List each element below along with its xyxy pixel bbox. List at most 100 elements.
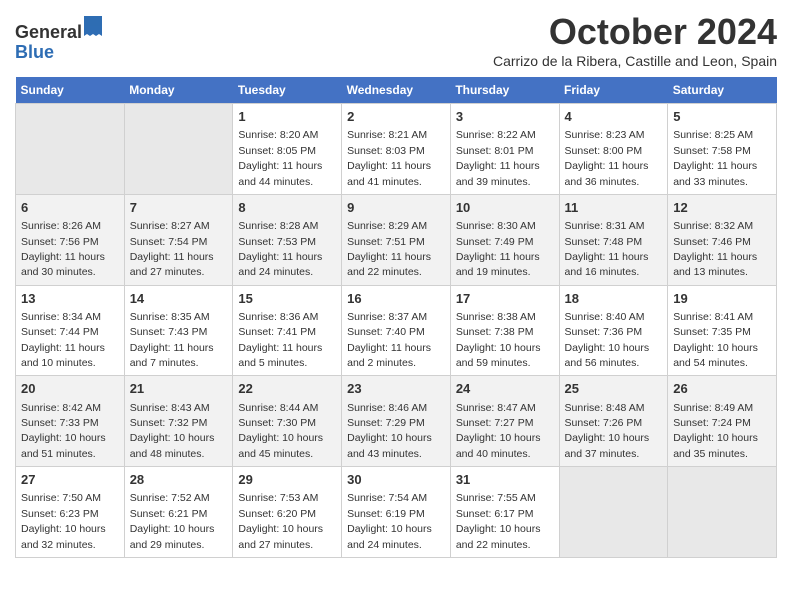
calendar-header: SundayMondayTuesdayWednesdayThursdayFrid… — [16, 77, 777, 104]
cell-info: Sunrise: 8:28 AM Sunset: 7:53 PM Dayligh… — [238, 220, 322, 278]
day-number: 26 — [673, 380, 771, 398]
calendar-cell: 21Sunrise: 8:43 AM Sunset: 7:32 PM Dayli… — [124, 376, 233, 467]
day-number: 11 — [565, 199, 663, 217]
calendar-cell: 8 Sunrise: 8:28 AM Sunset: 7:53 PM Daylig… — [233, 194, 342, 285]
day-number: 27 — [21, 471, 119, 489]
calendar-cell: 5Sunrise: 8:25 AM Sunset: 7:58 PM Daylig… — [668, 104, 777, 195]
calendar-cell: 19Sunrise: 8:41 AM Sunset: 7:35 PM Dayli… — [668, 285, 777, 376]
logo-flag-icon — [84, 16, 102, 36]
calendar-cell: 10 Sunrise: 8:30 AM Sunset: 7:49 PM Dayli… — [450, 194, 559, 285]
cell-info: Sunrise: 8:25 AM Sunset: 7:58 PM Dayligh… — [673, 129, 757, 187]
day-header-friday: Friday — [559, 77, 668, 104]
day-header-thursday: Thursday — [450, 77, 559, 104]
cell-info: Sunrise: 7:55 AM Sunset: 6:17 PM Dayligh… — [456, 492, 541, 550]
calendar-cell: 15 Sunrise: 8:36 AM Sunset: 7:41 PM Dayli… — [233, 285, 342, 376]
calendar-cell: 1 Sunrise: 8:20 AM Sunset: 8:05 PM Daylig… — [233, 104, 342, 195]
day-number: 19 — [673, 290, 771, 308]
logo-blue-text: Blue — [15, 42, 54, 62]
calendar-cell: 25 Sunrise: 8:48 AM Sunset: 7:26 PM Dayli… — [559, 376, 668, 467]
cell-info: Sunrise: 8:21 AM Sunset: 8:03 PM Dayligh… — [347, 129, 431, 187]
main-title: October 2024 — [493, 10, 777, 53]
cell-info: Sunrise: 8:34 AM Sunset: 7:44 PM Dayligh… — [21, 311, 105, 369]
cell-info: Sunrise: 7:52 AM Sunset: 6:21 PM Dayligh… — [130, 492, 215, 550]
day-number: 17 — [456, 290, 554, 308]
cell-info: Sunrise: 8:31 AM Sunset: 7:48 PM Dayligh… — [565, 220, 649, 278]
day-number: 6 — [21, 199, 119, 217]
calendar-cell: 13Sunrise: 8:34 AM Sunset: 7:44 PM Dayli… — [16, 285, 125, 376]
cell-info: Sunrise: 7:53 AM Sunset: 6:20 PM Dayligh… — [238, 492, 323, 550]
day-number: 31 — [456, 471, 554, 489]
cell-info: Sunrise: 8:20 AM Sunset: 8:05 PM Dayligh… — [238, 129, 322, 187]
calendar-cell: 18 Sunrise: 8:40 AM Sunset: 7:36 PM Dayli… — [559, 285, 668, 376]
day-number: 20 — [21, 380, 119, 398]
calendar-body: 1 Sunrise: 8:20 AM Sunset: 8:05 PM Daylig… — [16, 104, 777, 558]
day-number: 1 — [238, 108, 336, 126]
calendar-cell: 16Sunrise: 8:37 AM Sunset: 7:40 PM Dayli… — [342, 285, 451, 376]
day-number: 22 — [238, 380, 336, 398]
calendar-cell — [668, 467, 777, 558]
calendar-table: SundayMondayTuesdayWednesdayThursdayFrid… — [15, 77, 777, 558]
cell-info: Sunrise: 8:40 AM Sunset: 7:36 PM Dayligh… — [565, 311, 650, 369]
calendar-cell: 24 Sunrise: 8:47 AM Sunset: 7:27 PM Dayli… — [450, 376, 559, 467]
day-number: 12 — [673, 199, 771, 217]
day-number: 15 — [238, 290, 336, 308]
calendar-cell: 31 Sunrise: 7:55 AM Sunset: 6:17 PM Dayli… — [450, 467, 559, 558]
cell-info: Sunrise: 7:50 AM Sunset: 6:23 PM Dayligh… — [21, 492, 106, 550]
calendar-cell: 9Sunrise: 8:29 AM Sunset: 7:51 PM Daylig… — [342, 194, 451, 285]
cell-info: Sunrise: 8:44 AM Sunset: 7:30 PM Dayligh… — [238, 402, 323, 460]
day-number: 2 — [347, 108, 445, 126]
logo: General Blue — [15, 18, 102, 63]
calendar-cell: 11 Sunrise: 8:31 AM Sunset: 7:48 PM Dayli… — [559, 194, 668, 285]
cell-info: Sunrise: 8:23 AM Sunset: 8:00 PM Dayligh… — [565, 129, 649, 187]
header: General Blue October 2024 Carrizo de la … — [15, 10, 777, 69]
day-header-wednesday: Wednesday — [342, 77, 451, 104]
day-number: 24 — [456, 380, 554, 398]
calendar-cell: 14 Sunrise: 8:35 AM Sunset: 7:43 PM Dayli… — [124, 285, 233, 376]
cell-info: Sunrise: 8:48 AM Sunset: 7:26 PM Dayligh… — [565, 402, 650, 460]
day-number: 29 — [238, 471, 336, 489]
cell-info: Sunrise: 8:47 AM Sunset: 7:27 PM Dayligh… — [456, 402, 541, 460]
calendar-cell — [559, 467, 668, 558]
day-number: 10 — [456, 199, 554, 217]
location-subtitle: Carrizo de la Ribera, Castille and Leon,… — [493, 53, 777, 69]
calendar-cell: 17 Sunrise: 8:38 AM Sunset: 7:38 PM Dayli… — [450, 285, 559, 376]
calendar-cell: 4Sunrise: 8:23 AM Sunset: 8:00 PM Daylig… — [559, 104, 668, 195]
calendar-cell: 20Sunrise: 8:42 AM Sunset: 7:33 PM Dayli… — [16, 376, 125, 467]
cell-info: Sunrise: 8:30 AM Sunset: 7:49 PM Dayligh… — [456, 220, 540, 278]
calendar-week-row: 20Sunrise: 8:42 AM Sunset: 7:33 PM Dayli… — [16, 376, 777, 467]
day-number: 23 — [347, 380, 445, 398]
cell-info: Sunrise: 8:26 AM Sunset: 7:56 PM Dayligh… — [21, 220, 105, 278]
cell-info: Sunrise: 8:38 AM Sunset: 7:38 PM Dayligh… — [456, 311, 541, 369]
cell-info: Sunrise: 8:32 AM Sunset: 7:46 PM Dayligh… — [673, 220, 757, 278]
calendar-cell: 12 Sunrise: 8:32 AM Sunset: 7:46 PM Dayli… — [668, 194, 777, 285]
day-number: 30 — [347, 471, 445, 489]
calendar-cell: 28 Sunrise: 7:52 AM Sunset: 6:21 PM Dayli… — [124, 467, 233, 558]
cell-info: Sunrise: 7:54 AM Sunset: 6:19 PM Dayligh… — [347, 492, 432, 550]
logo-general-text: General — [15, 22, 82, 42]
calendar-cell: 6 Sunrise: 8:26 AM Sunset: 7:56 PM Daylig… — [16, 194, 125, 285]
day-number: 18 — [565, 290, 663, 308]
day-number: 14 — [130, 290, 228, 308]
calendar-cell: 22 Sunrise: 8:44 AM Sunset: 7:30 PM Dayli… — [233, 376, 342, 467]
day-header-row: SundayMondayTuesdayWednesdayThursdayFrid… — [16, 77, 777, 104]
cell-info: Sunrise: 8:27 AM Sunset: 7:54 PM Dayligh… — [130, 220, 214, 278]
calendar-cell: 7Sunrise: 8:27 AM Sunset: 7:54 PM Daylig… — [124, 194, 233, 285]
calendar-cell — [124, 104, 233, 195]
title-block: October 2024 Carrizo de la Ribera, Casti… — [493, 10, 777, 69]
cell-info: Sunrise: 8:22 AM Sunset: 8:01 PM Dayligh… — [456, 129, 540, 187]
calendar-week-row: 6 Sunrise: 8:26 AM Sunset: 7:56 PM Daylig… — [16, 194, 777, 285]
cell-info: Sunrise: 8:46 AM Sunset: 7:29 PM Dayligh… — [347, 402, 432, 460]
day-number: 8 — [238, 199, 336, 217]
day-number: 9 — [347, 199, 445, 217]
day-number: 25 — [565, 380, 663, 398]
day-number: 28 — [130, 471, 228, 489]
cell-info: Sunrise: 8:43 AM Sunset: 7:32 PM Dayligh… — [130, 402, 215, 460]
cell-info: Sunrise: 8:37 AM Sunset: 7:40 PM Dayligh… — [347, 311, 431, 369]
calendar-cell: 23 Sunrise: 8:46 AM Sunset: 7:29 PM Dayli… — [342, 376, 451, 467]
calendar-cell: 2 Sunrise: 8:21 AM Sunset: 8:03 PM Daylig… — [342, 104, 451, 195]
cell-info: Sunrise: 8:49 AM Sunset: 7:24 PM Dayligh… — [673, 402, 758, 460]
day-number: 3 — [456, 108, 554, 126]
calendar-week-row: 13Sunrise: 8:34 AM Sunset: 7:44 PM Dayli… — [16, 285, 777, 376]
cell-info: Sunrise: 8:35 AM Sunset: 7:43 PM Dayligh… — [130, 311, 214, 369]
cell-info: Sunrise: 8:36 AM Sunset: 7:41 PM Dayligh… — [238, 311, 322, 369]
